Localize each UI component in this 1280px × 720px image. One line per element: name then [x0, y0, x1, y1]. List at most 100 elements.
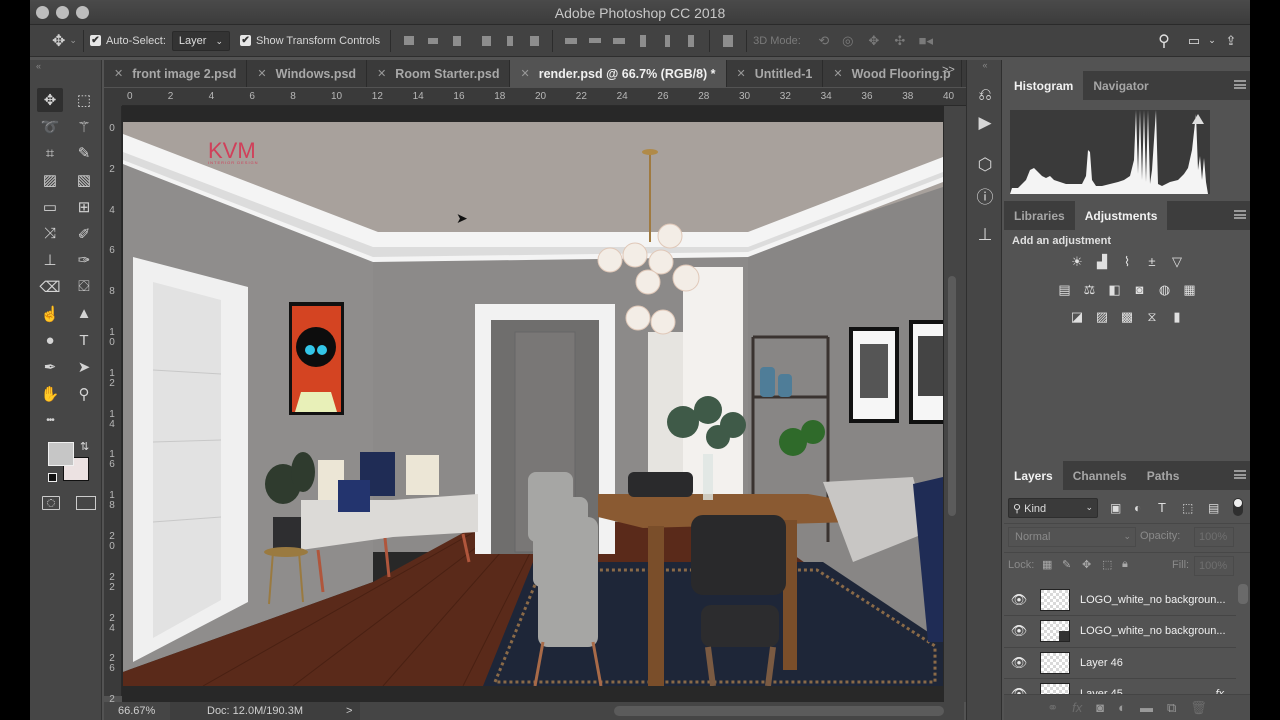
new-layer-icon[interactable]: ⧉: [1167, 700, 1176, 716]
distribute-vertical-center-icon[interactable]: [584, 31, 606, 51]
spot-healing-tool-icon[interactable]: ▨: [37, 168, 63, 192]
photo-filter-icon[interactable]: ◙: [1131, 281, 1148, 298]
dodge-tool-icon[interactable]: ●: [37, 328, 63, 352]
auto-select-target-dropdown[interactable]: Layer ⌄: [171, 30, 231, 51]
ruler-origin[interactable]: [104, 88, 122, 106]
visibility-eye-icon[interactable]: 👁︎: [1004, 592, 1034, 608]
distribute-left-icon[interactable]: [632, 31, 654, 51]
default-colors-icon[interactable]: [48, 473, 57, 482]
screen-mode-icon[interactable]: [76, 496, 96, 510]
document-tab[interactable]: ✕ Wood Flooring.p: [823, 60, 962, 87]
lasso-tool-icon[interactable]: ➰: [37, 115, 63, 139]
chevron-down-icon[interactable]: ⌄: [69, 35, 77, 46]
close-tab-icon[interactable]: ✕: [737, 67, 746, 80]
vertical-scroll-thumb[interactable]: [948, 276, 956, 516]
horizontal-scrollbar[interactable]: [104, 702, 964, 720]
clone-stamp-tool-icon[interactable]: ⊥: [37, 248, 63, 272]
edit-toolbar-icon[interactable]: •••: [37, 408, 63, 432]
selective-color-icon[interactable]: ⧖: [1144, 308, 1161, 325]
panel-tab[interactable]: Histogram: [1004, 71, 1084, 100]
auto-align-layers-icon[interactable]: [717, 31, 739, 51]
vertical-scrollbar[interactable]: [944, 106, 966, 702]
hue-saturation-icon[interactable]: ▤: [1056, 281, 1073, 298]
chevron-down-icon[interactable]: ⌄: [1206, 35, 1218, 46]
filter-smart-object-icon[interactable]: ▤: [1208, 501, 1219, 515]
link-layers-icon[interactable]: ⚭: [1047, 700, 1058, 716]
panel-menu-icon[interactable]: [1234, 80, 1246, 89]
panel-tab[interactable]: Libraries: [1004, 201, 1075, 230]
exposure-icon[interactable]: ±: [1144, 253, 1161, 270]
info-icon[interactable]: ⓘ: [972, 182, 998, 208]
horizontal-scroll-thumb[interactable]: [614, 706, 944, 716]
delete-layer-icon[interactable]: 🗑︎: [1190, 700, 1207, 716]
align-bottom-icon[interactable]: [446, 31, 468, 51]
panel-tab[interactable]: Layers: [1004, 461, 1063, 490]
align-right-icon[interactable]: [523, 31, 545, 51]
fx-icon[interactable]: fx: [1072, 700, 1082, 715]
close-tab-icon[interactable]: ✕: [257, 67, 266, 80]
close-tab-icon[interactable]: ✕: [377, 67, 386, 80]
black-white-icon[interactable]: ◧: [1106, 281, 1123, 298]
layers-scroll-thumb[interactable]: [1238, 584, 1248, 604]
align-top-icon[interactable]: [398, 31, 420, 51]
3d-orbit-icon[interactable]: ⟲: [813, 33, 835, 49]
align-horizontal-center-icon[interactable]: [499, 31, 521, 51]
zoom-tool-icon[interactable]: ⚲: [71, 382, 97, 406]
layer-row[interactable]: 👁︎ Layer 46: [1004, 647, 1236, 679]
eyedropper-tool-icon[interactable]: ✎: [71, 141, 97, 165]
close-tab-icon[interactable]: ✕: [114, 67, 123, 80]
eraser-tool-icon[interactable]: ⌫: [37, 275, 63, 299]
crop-tool-icon[interactable]: ⌗: [37, 141, 63, 165]
posterize-icon[interactable]: ▨: [1094, 308, 1111, 325]
collapse-dock-icon[interactable]: «: [967, 60, 1003, 70]
new-adjustment-layer-icon[interactable]: ◐: [1118, 700, 1126, 715]
3d-drag-icon[interactable]: ✥: [861, 33, 887, 49]
clone-source-icon[interactable]: ⊥: [972, 222, 998, 248]
horizontal-ruler[interactable]: 0 2 4 6 8 10 12 14 16 18 20 22 24 26 28 30 32 34 36 38 40: [122, 88, 974, 106]
opacity-field[interactable]: 100%: [1194, 527, 1234, 547]
panel-menu-icon[interactable]: [1234, 210, 1246, 219]
layer-row[interactable]: 👁︎ Layer 45 fx: [1004, 679, 1236, 694]
search-icon[interactable]: ⚲: [1152, 31, 1176, 51]
levels-icon[interactable]: ▟: [1094, 253, 1111, 270]
filter-toggle[interactable]: [1233, 498, 1243, 516]
distribute-horizontal-center-icon[interactable]: [656, 31, 678, 51]
vertical-ruler[interactable]: 0 2 4 6 8 10 12 14 16 18 20 22 24 26 2: [104, 106, 122, 705]
smudge-tool-icon[interactable]: ☝: [37, 302, 63, 326]
auto-select-checkbox[interactable]: ✔: [89, 35, 101, 46]
brush-tool-icon[interactable]: ✐: [71, 222, 97, 246]
artboard-tool-icon[interactable]: ⊞: [71, 195, 97, 219]
fill-field[interactable]: 100%: [1194, 556, 1234, 576]
magic-wand-tool-icon[interactable]: ⚚: [71, 115, 97, 139]
3d-scale-icon[interactable]: ■◂: [913, 33, 939, 49]
filter-pixel-icon[interactable]: ▣: [1110, 501, 1121, 515]
sharpen-tool-icon[interactable]: ▲: [71, 302, 97, 326]
marquee-tool-icon[interactable]: ⬚: [71, 88, 97, 112]
share-icon[interactable]: ⇪: [1218, 33, 1244, 49]
close-tab-icon[interactable]: ✕: [833, 67, 842, 80]
channel-mixer-icon[interactable]: ◍: [1156, 281, 1173, 298]
document-tab[interactable]: ✕ render.psd @ 66.7% (RGB/8) *: [510, 60, 727, 87]
document-tab[interactable]: ✕ Room Starter.psd: [367, 60, 511, 87]
distribute-right-icon[interactable]: [680, 31, 702, 51]
quick-mask-icon[interactable]: [42, 496, 60, 510]
distribute-top-icon[interactable]: [560, 31, 582, 51]
panel-menu-icon[interactable]: [1234, 470, 1246, 479]
layer-row[interactable]: 👁︎ LOGO_white_no backgroun...: [1004, 584, 1236, 616]
visibility-eye-icon[interactable]: 👁︎: [1004, 686, 1034, 694]
panel-tab[interactable]: Navigator: [1083, 71, 1158, 100]
3d-slide-icon[interactable]: ✣: [887, 33, 913, 49]
curves-icon[interactable]: ⌇: [1119, 253, 1136, 270]
show-transform-checkbox[interactable]: ✔: [240, 35, 252, 46]
panel-tab[interactable]: Paths: [1137, 461, 1190, 490]
visibility-eye-icon[interactable]: 👁︎: [1004, 655, 1034, 671]
path-selection-tool-icon[interactable]: ➤: [71, 355, 97, 379]
align-vertical-center-icon[interactable]: [422, 31, 444, 51]
document-canvas[interactable]: KVM INTERIOR DESIGN: [123, 122, 943, 686]
color-lookup-icon[interactable]: ▦: [1181, 281, 1198, 298]
document-tab[interactable]: ✕ front image 2.psd: [104, 60, 248, 87]
clipping-warning-icon[interactable]: [1192, 114, 1204, 124]
swap-colors-icon[interactable]: ⇅: [80, 440, 89, 453]
layer-filter-dropdown[interactable]: ⚲ Kind ⌄: [1008, 498, 1098, 518]
foreground-color-swatch[interactable]: [48, 442, 74, 466]
